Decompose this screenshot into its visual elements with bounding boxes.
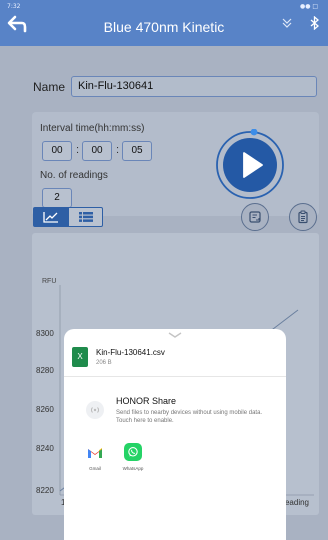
name-label: Name bbox=[33, 79, 66, 94]
status-time: 7:32 bbox=[7, 3, 21, 10]
hours-input[interactable]: 00 bbox=[42, 141, 72, 161]
honor-share-title[interactable]: HONOR Share bbox=[116, 396, 176, 406]
app-header: 7:32 ●● □ Blue 470nm Kinetic bbox=[0, 0, 328, 46]
report-button[interactable] bbox=[289, 203, 317, 231]
settings-panel: Interval time(hh:mm:ss) 00 : 00 : 05 No.… bbox=[32, 112, 319, 216]
readings-label: No. of readings bbox=[40, 170, 108, 181]
honor-share-icon[interactable] bbox=[86, 401, 104, 419]
colon-separator: : bbox=[76, 144, 80, 156]
colon-separator: : bbox=[116, 144, 120, 156]
name-input[interactable]: Kin-Flu-130641 bbox=[71, 76, 318, 97]
csv-file-icon: X bbox=[72, 347, 88, 367]
status-icons: ●● □ bbox=[299, 3, 318, 10]
page-title: Blue 470nm Kinetic bbox=[103, 19, 225, 35]
back-arrow-icon[interactable] bbox=[6, 14, 28, 34]
file-name: Kin-Flu-130641.csv bbox=[96, 348, 165, 357]
chevron-down-icon[interactable] bbox=[168, 331, 182, 339]
share-app-whatsapp[interactable]: WhatsApp bbox=[118, 443, 148, 471]
whatsapp-icon bbox=[124, 443, 142, 461]
clipboard-icon bbox=[298, 210, 308, 224]
tab-list[interactable] bbox=[68, 207, 103, 227]
bluetooth-icon[interactable] bbox=[308, 16, 322, 30]
seconds-input[interactable]: 05 bbox=[122, 141, 152, 161]
interval-label: Interval time(hh:mm:ss) bbox=[40, 123, 145, 134]
export-icon bbox=[249, 211, 261, 223]
tab-chart[interactable] bbox=[33, 207, 68, 227]
app-label: WhatsApp bbox=[122, 466, 144, 471]
share-sheet: X Kin-Flu-130641.csv 206 B HONOR Share S… bbox=[64, 329, 286, 540]
app-label: Gmail bbox=[89, 466, 101, 471]
divider bbox=[64, 376, 286, 377]
play-button[interactable] bbox=[214, 129, 286, 201]
export-button[interactable] bbox=[241, 203, 269, 231]
share-app-gmail[interactable]: Gmail bbox=[80, 443, 110, 471]
readings-input[interactable]: 2 bbox=[42, 188, 72, 208]
line-chart-icon bbox=[42, 212, 58, 223]
gmail-icon bbox=[86, 443, 104, 461]
file-size: 206 B bbox=[96, 360, 112, 366]
chevron-down-icon[interactable] bbox=[280, 16, 294, 30]
minutes-input[interactable]: 00 bbox=[82, 141, 112, 161]
honor-share-description[interactable]: Send files to nearby devices without usi… bbox=[116, 409, 266, 425]
list-icon bbox=[78, 212, 93, 222]
